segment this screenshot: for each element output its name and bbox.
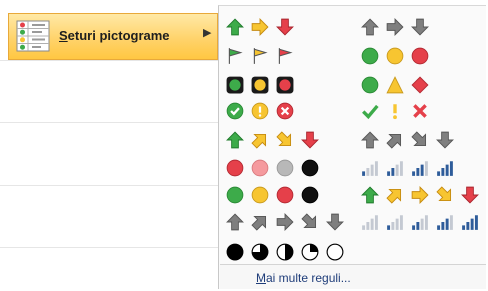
arrow-down-gray-icon (411, 18, 429, 41)
grid-line (0, 122, 218, 123)
circle-green-icon[interactable] (226, 186, 244, 209)
icon-sets-menu-item[interactable]: Seturi pictograme ▶ (8, 13, 218, 60)
arrow-up-green-icon[interactable] (226, 18, 244, 41)
arrow-down-right-yellow-icon (276, 131, 294, 154)
exclamation-icon (386, 102, 404, 125)
flag-red-icon (276, 47, 294, 70)
arrow-up-gray-icon[interactable] (361, 18, 379, 41)
arrow-up-gray-icon[interactable] (226, 213, 244, 236)
icon-sets-label-text: eturi pictograme (67, 28, 170, 43)
bars-2-icon (411, 213, 429, 236)
quarter-2-icon (276, 243, 294, 266)
circled-check-icon[interactable] (226, 102, 244, 125)
arrow-down-red-icon (276, 18, 294, 41)
circle-green-icon[interactable] (361, 76, 379, 99)
rimmed-light-green-icon[interactable] (226, 76, 244, 99)
circle-red-icon (276, 186, 294, 209)
arrow-right-gray-icon (386, 18, 404, 41)
circle-black-icon (301, 159, 319, 182)
bars-1-icon[interactable] (361, 159, 379, 182)
bars-4-icon (436, 159, 454, 182)
arrow-up-right-yellow-icon (251, 131, 269, 154)
circle-gray-icon (276, 159, 294, 182)
quarter-4-icon[interactable] (226, 243, 244, 266)
grid-line (0, 185, 218, 186)
circle-black-icon (301, 186, 319, 209)
x-icon (411, 102, 429, 125)
arrow-down-gray-icon (436, 131, 454, 154)
circle-pink-icon (251, 159, 269, 182)
bars-0-icon[interactable] (361, 213, 379, 236)
quarter-3-icon (251, 243, 269, 266)
arrow-up-green-icon[interactable] (226, 131, 244, 154)
icon-sets-icon (15, 20, 51, 57)
bars-4-icon (461, 213, 479, 236)
triangle-yellow-icon (386, 76, 404, 99)
arrow-up-right-gray-icon (251, 213, 269, 236)
circled-x-icon (276, 102, 294, 125)
more-rules-link[interactable]: Mai multe reguli... (256, 271, 351, 285)
arrow-down-right-gray-icon (411, 131, 429, 154)
icon-sets-label-hotkey: S (59, 28, 68, 43)
arrow-down-right-yellow-icon (436, 186, 454, 209)
circled-exclamation-icon (251, 102, 269, 125)
circle-green-icon[interactable] (361, 47, 379, 70)
check-icon[interactable] (361, 102, 379, 125)
gallery-footer: Mai multe reguli... (220, 264, 486, 289)
flag-yellow-icon (251, 47, 269, 70)
arrow-right-yellow-icon (251, 18, 269, 41)
bars-3-icon (411, 159, 429, 182)
rimmed-light-yellow-icon (251, 76, 269, 99)
grid-line (0, 247, 218, 248)
arrow-right-yellow-icon (411, 186, 429, 209)
diamond-red-icon (411, 76, 429, 99)
arrow-up-gray-icon[interactable] (361, 131, 379, 154)
arrow-down-red-icon (301, 131, 319, 154)
bars-2-icon (386, 159, 404, 182)
chevron-right-icon: ▶ (203, 27, 212, 39)
circle-red-icon[interactable] (226, 159, 244, 182)
more-rules-text: ai multe reguli... (266, 271, 351, 285)
circle-yellow-icon (386, 47, 404, 70)
flag-green-icon[interactable] (226, 47, 244, 70)
icon-sets-label: Seturi pictograme (59, 28, 170, 43)
circle-red-icon (411, 47, 429, 70)
arrow-down-red-icon (461, 186, 479, 209)
quarter-0-icon (326, 243, 344, 266)
arrow-down-right-gray-icon (301, 213, 319, 236)
circle-yellow-icon (251, 186, 269, 209)
arrow-down-gray-icon (326, 213, 344, 236)
bars-3-icon (436, 213, 454, 236)
arrow-up-green-icon[interactable] (361, 186, 379, 209)
quarter-1-icon (301, 243, 319, 266)
grid-line (0, 60, 218, 61)
arrow-up-right-yellow-icon (386, 186, 404, 209)
rimmed-light-red-icon (276, 76, 294, 99)
bars-1-icon (386, 213, 404, 236)
arrow-right-gray-icon (276, 213, 294, 236)
arrow-up-right-gray-icon (386, 131, 404, 154)
more-rules-hotkey: M (256, 271, 266, 285)
